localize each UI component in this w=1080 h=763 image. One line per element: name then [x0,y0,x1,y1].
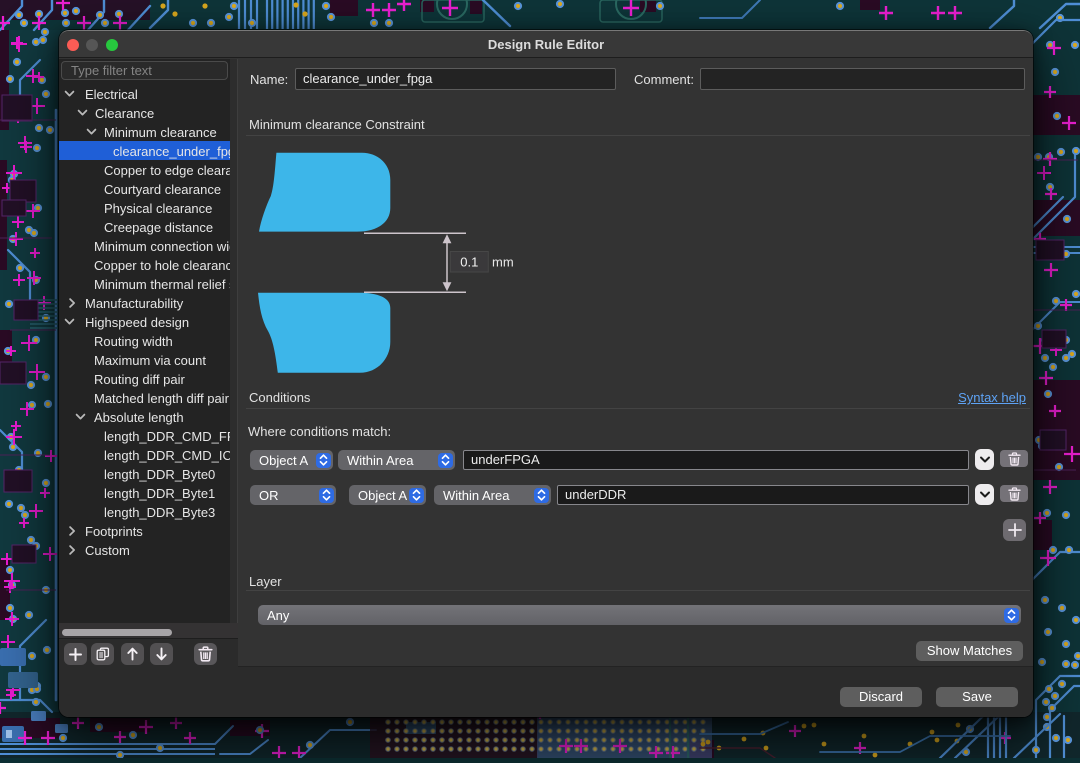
svg-text:0.1: 0.1 [460,255,478,270]
svg-text:mm: mm [492,255,514,270]
